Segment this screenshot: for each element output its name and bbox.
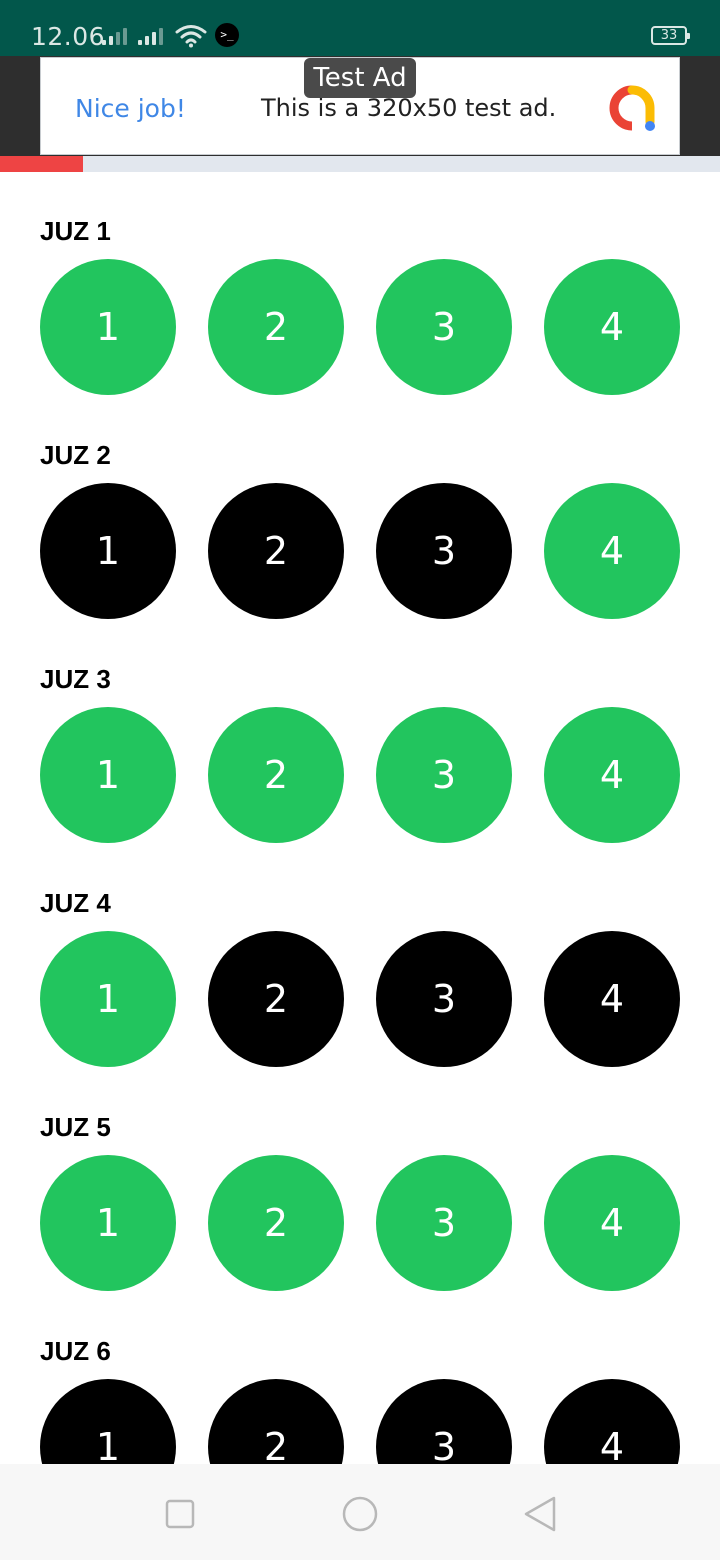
ad-headline[interactable]: Nice job! [75,94,186,123]
part-button[interactable]: 2 [208,1155,344,1291]
part-button[interactable]: 2 [208,259,344,395]
home-icon[interactable] [340,1494,380,1534]
recents-icon[interactable] [160,1494,200,1534]
part-button[interactable]: 2 [208,931,344,1067]
signal-icon [102,27,127,45]
status-time: 12.06 [31,22,106,51]
part-button[interactable]: 4 [544,1155,680,1291]
progress-bar [0,156,720,172]
juz-list[interactable]: JUZ 1 1 2 3 4 JUZ 2 1 2 3 4 JUZ 3 1 2 3 … [0,172,720,1464]
terminal-icon: >_ [215,23,239,47]
part-button[interactable]: 4 [544,707,680,843]
part-button[interactable]: 1 [40,1155,176,1291]
navigation-bar [0,1464,720,1560]
part-button[interactable]: 2 [208,1379,344,1464]
juz-title: JUZ 6 [40,1336,111,1366]
battery-icon: 33 [651,26,690,45]
admob-logo-icon[interactable] [606,82,658,134]
part-button[interactable]: 3 [376,259,512,395]
part-button[interactable]: 2 [208,707,344,843]
wifi-icon [175,25,207,48]
juz-title: JUZ 2 [40,440,111,470]
part-button[interactable]: 1 [40,259,176,395]
ad-body[interactable]: This is a 320x50 test ad. [261,94,556,122]
signal-icon [138,27,163,45]
part-button[interactable]: 3 [376,1155,512,1291]
battery-level: 33 [660,28,678,43]
part-button[interactable]: 1 [40,931,176,1067]
part-button[interactable]: 2 [208,483,344,619]
part-button[interactable]: 1 [40,1379,176,1464]
part-button[interactable]: 4 [544,259,680,395]
part-button[interactable]: 3 [376,483,512,619]
status-bar: 12.06 >_ 33 [0,0,720,56]
back-icon[interactable] [520,1494,560,1534]
progress-fill [0,156,83,172]
juz-title: JUZ 3 [40,664,111,694]
part-button[interactable]: 1 [40,483,176,619]
part-button[interactable]: 3 [376,707,512,843]
part-button[interactable]: 4 [544,931,680,1067]
part-button[interactable]: 3 [376,931,512,1067]
juz-title: JUZ 5 [40,1112,111,1142]
part-button[interactable]: 4 [544,1379,680,1464]
juz-title: JUZ 4 [40,888,111,918]
part-button[interactable]: 4 [544,483,680,619]
test-ad-badge: Test Ad [304,58,416,98]
juz-title: JUZ 1 [40,216,111,246]
part-button[interactable]: 1 [40,707,176,843]
part-button[interactable]: 3 [376,1379,512,1464]
